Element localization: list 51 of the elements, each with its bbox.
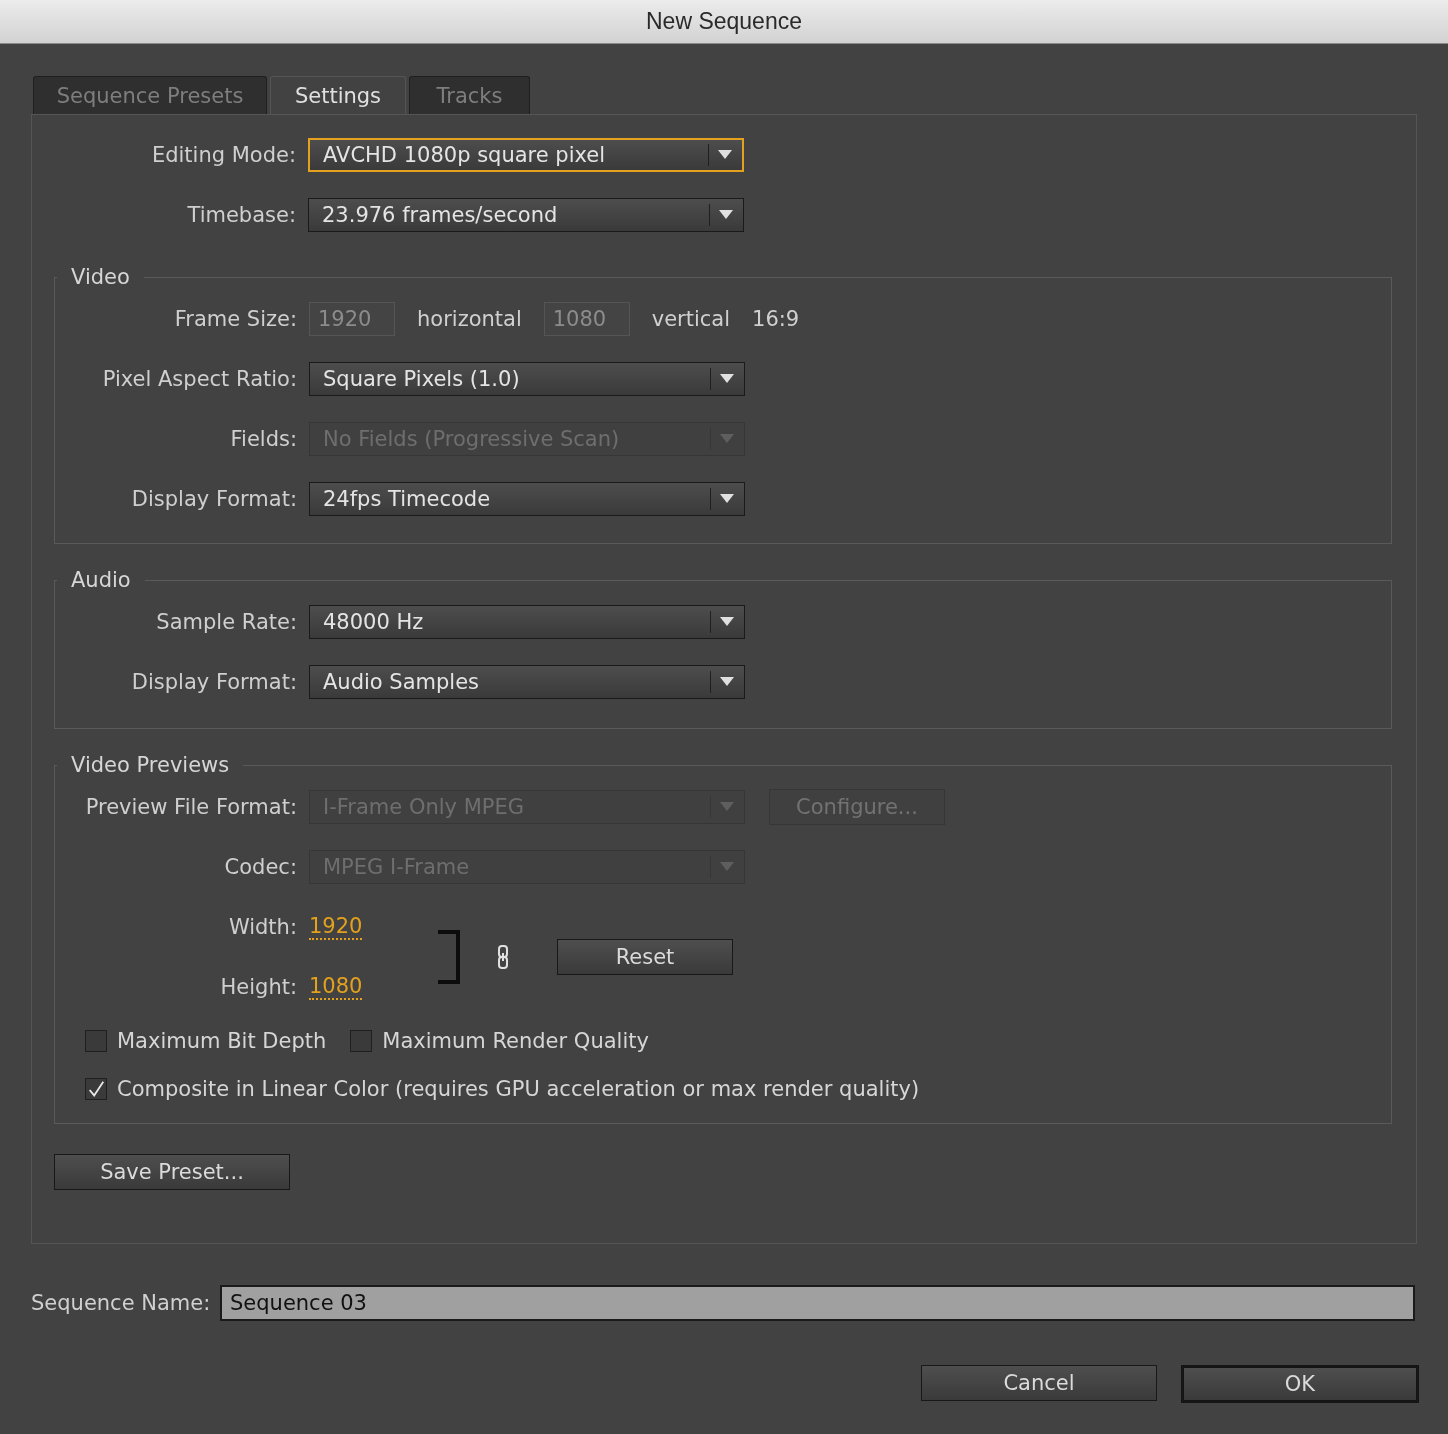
dropdown-arrow-icon [720, 434, 734, 444]
field-label: Fields: [229, 427, 298, 451]
field-label: Sample Rate: [155, 610, 298, 634]
dropdown[interactable]: 48000 Hz [309, 605, 745, 639]
dropdown[interactable]: 23.976 frames/second [308, 198, 744, 232]
dropdown-arrow-icon [720, 374, 734, 384]
dropdown-arrow-icon [719, 210, 733, 220]
height-value[interactable]: 1080 [309, 974, 363, 1000]
link-icon[interactable] [497, 945, 509, 969]
checkbox[interactable] [350, 1030, 373, 1052]
bracket-icon [437, 930, 461, 984]
unit-label: horizontal [417, 307, 522, 331]
field-label: Height: [219, 975, 298, 999]
field-label: Width: [227, 915, 298, 939]
reset-button[interactable]: Reset [557, 939, 733, 975]
field-label: Display Format: [130, 670, 298, 694]
dropdown-arrow-icon [720, 617, 734, 627]
field-label: Timebase: [186, 203, 297, 227]
field-label: Frame Size: [173, 307, 298, 331]
dropdown[interactable]: Audio Samples [309, 665, 745, 699]
width-value[interactable]: 1920 [309, 914, 363, 940]
field-label: Sequence Name: [31, 1291, 212, 1315]
checkbox-label: Composite in Linear Color (requires GPU acceleration or max render quality) [117, 1077, 920, 1101]
dropdown-arrow-icon [720, 677, 734, 687]
dropdown-arrow-icon [718, 150, 732, 160]
field-label: Pixel Aspect Ratio: [101, 367, 298, 391]
dialog-button[interactable]: Cancel [921, 1365, 1157, 1401]
unit-label: vertical [651, 307, 731, 331]
dropdown-arrow-icon [720, 494, 734, 504]
field-label: Preview File Format: [84, 795, 298, 819]
checkbox-label: Maximum Render Quality [382, 1029, 649, 1053]
tab[interactable]: Settings [270, 76, 406, 114]
field-label: Display Format: [130, 487, 298, 511]
field-label: Codec: [223, 855, 298, 879]
group-title: Audio [70, 568, 132, 592]
dropdown-arrow-icon [720, 862, 734, 872]
aspect-ratio: 16:9 [752, 307, 800, 331]
dialog-button[interactable]: OK [1181, 1365, 1419, 1403]
sequence-name-input[interactable]: Sequence 03 [220, 1285, 1415, 1321]
checkbox-label: Maximum Bit Depth [117, 1029, 327, 1053]
dropdown-arrow-icon [720, 802, 734, 812]
save-preset-button[interactable]: Save Preset... [54, 1154, 290, 1190]
dropdown[interactable]: 24fps Timecode [309, 482, 745, 516]
window-title: New Sequence [646, 8, 802, 35]
field-label: Editing Mode: [150, 143, 297, 167]
group-title: Video [70, 265, 131, 289]
checkbox[interactable] [85, 1078, 107, 1100]
group-title: Video Previews [70, 753, 231, 777]
checkbox[interactable] [85, 1030, 107, 1052]
dropdown[interactable]: AVCHD 1080p square pixel [308, 138, 744, 172]
dropdown[interactable]: Square Pixels (1.0) [309, 362, 745, 396]
